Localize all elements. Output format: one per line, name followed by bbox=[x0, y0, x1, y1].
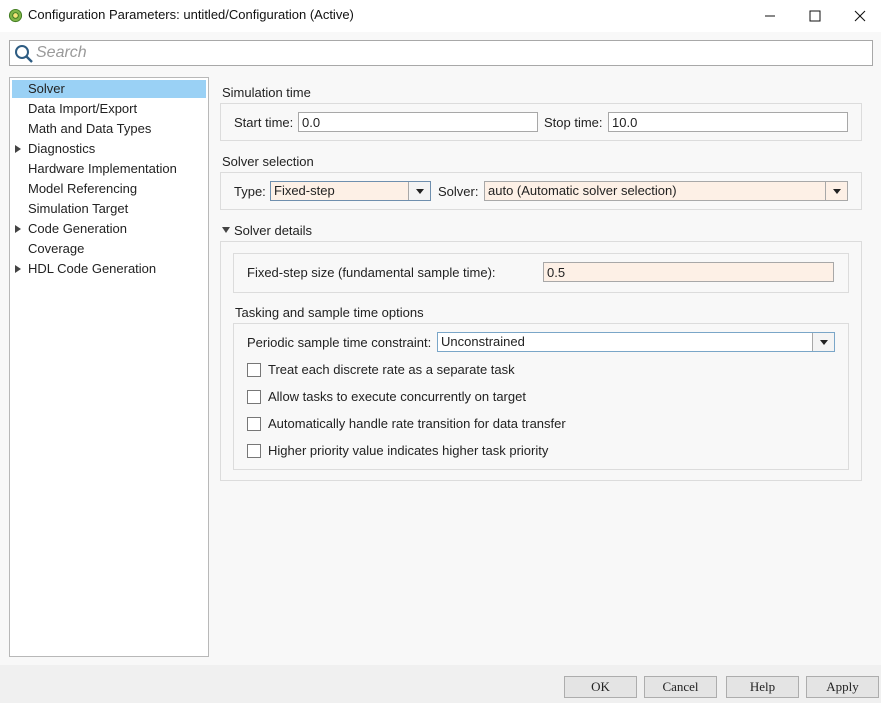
checkbox-label: Allow tasks to execute concurrently on t… bbox=[268, 389, 526, 404]
tree-item-label: HDL Code Generation bbox=[28, 261, 157, 276]
tree-item-label: Diagnostics bbox=[28, 141, 96, 156]
checkbox[interactable] bbox=[247, 363, 261, 377]
tree-item[interactable]: Coverage bbox=[12, 240, 206, 258]
simulation-time-title: Simulation time bbox=[222, 85, 311, 100]
chevron-down-icon[interactable] bbox=[408, 182, 430, 200]
tree-item-label: Math and Data Types bbox=[28, 121, 152, 136]
close-icon bbox=[854, 10, 866, 22]
tree-item-label: Hardware Implementation bbox=[28, 161, 177, 176]
stop-time-label: Stop time: bbox=[544, 115, 603, 130]
maximize-icon bbox=[809, 10, 821, 22]
tree-item[interactable]: Simulation Target bbox=[12, 200, 206, 218]
stop-time-input[interactable] bbox=[608, 112, 848, 132]
minimize-button[interactable] bbox=[747, 0, 793, 32]
tree-item-label: Solver bbox=[28, 81, 65, 96]
tree-item[interactable]: Code Generation bbox=[12, 220, 206, 238]
close-button[interactable] bbox=[837, 0, 881, 32]
checkbox-label: Higher priority value indicates higher t… bbox=[268, 443, 549, 458]
apply-button[interactable]: Apply bbox=[806, 676, 879, 698]
step-size-input[interactable] bbox=[543, 262, 834, 282]
tasking-title: Tasking and sample time options bbox=[235, 305, 424, 320]
checkbox[interactable] bbox=[247, 390, 261, 404]
tree-item[interactable]: Solver bbox=[12, 80, 206, 98]
start-time-label: Start time: bbox=[234, 115, 294, 130]
ok-button[interactable]: OK bbox=[564, 676, 637, 698]
constraint-value: Unconstrained bbox=[441, 334, 525, 349]
search-icon bbox=[15, 45, 33, 63]
constraint-label: Periodic sample time constraint: bbox=[247, 335, 432, 350]
app-icon bbox=[8, 8, 23, 23]
window-title: Configuration Parameters: untitled/Confi… bbox=[28, 7, 354, 22]
cancel-button[interactable]: Cancel bbox=[644, 676, 717, 698]
chevron-down-icon[interactable] bbox=[812, 333, 834, 351]
solver-dropdown[interactable]: auto (Automatic solver selection) bbox=[484, 181, 848, 201]
tree-item[interactable]: Hardware Implementation bbox=[12, 160, 206, 178]
maximize-button[interactable] bbox=[792, 0, 838, 32]
tree-item-label: Data Import/Export bbox=[28, 101, 138, 116]
tree-item[interactable]: Math and Data Types bbox=[12, 120, 206, 138]
checkbox[interactable] bbox=[247, 417, 261, 431]
search-box[interactable] bbox=[9, 40, 873, 66]
type-dropdown[interactable]: Fixed-step bbox=[270, 181, 431, 201]
expand-arrow-icon[interactable] bbox=[15, 225, 21, 233]
type-value: Fixed-step bbox=[274, 183, 335, 198]
search-input[interactable] bbox=[36, 42, 856, 64]
expand-arrow-icon[interactable] bbox=[15, 265, 21, 273]
help-button[interactable]: Help bbox=[726, 676, 799, 698]
tree-item-label: Model Referencing bbox=[28, 181, 138, 196]
solver-value: auto (Automatic solver selection) bbox=[488, 183, 677, 198]
checkbox[interactable] bbox=[247, 444, 261, 458]
minimize-icon bbox=[765, 15, 775, 17]
tree-item[interactable]: Data Import/Export bbox=[12, 100, 206, 118]
tree-item-label: Coverage bbox=[28, 241, 85, 256]
tree-item[interactable]: Diagnostics bbox=[12, 140, 206, 158]
type-label: Type: bbox=[234, 184, 266, 199]
constraint-dropdown[interactable]: Unconstrained bbox=[437, 332, 835, 352]
step-size-label: Fixed-step size (fundamental sample time… bbox=[247, 265, 496, 280]
tree-item[interactable]: HDL Code Generation bbox=[12, 260, 206, 278]
collapse-arrow-icon[interactable] bbox=[221, 226, 231, 234]
solver-label: Solver: bbox=[438, 184, 479, 199]
solver-selection-title: Solver selection bbox=[222, 154, 314, 169]
start-time-input[interactable] bbox=[298, 112, 538, 132]
tree-item-label: Simulation Target bbox=[28, 201, 129, 216]
checkbox-label: Automatically handle rate transition for… bbox=[268, 416, 566, 431]
expand-arrow-icon[interactable] bbox=[15, 145, 21, 153]
tree-item-label: Code Generation bbox=[28, 221, 128, 236]
checkbox-label: Treat each discrete rate as a separate t… bbox=[268, 362, 515, 377]
solver-details-title[interactable]: Solver details bbox=[234, 223, 312, 238]
tree-item[interactable]: Model Referencing bbox=[12, 180, 206, 198]
chevron-down-icon[interactable] bbox=[825, 182, 847, 200]
